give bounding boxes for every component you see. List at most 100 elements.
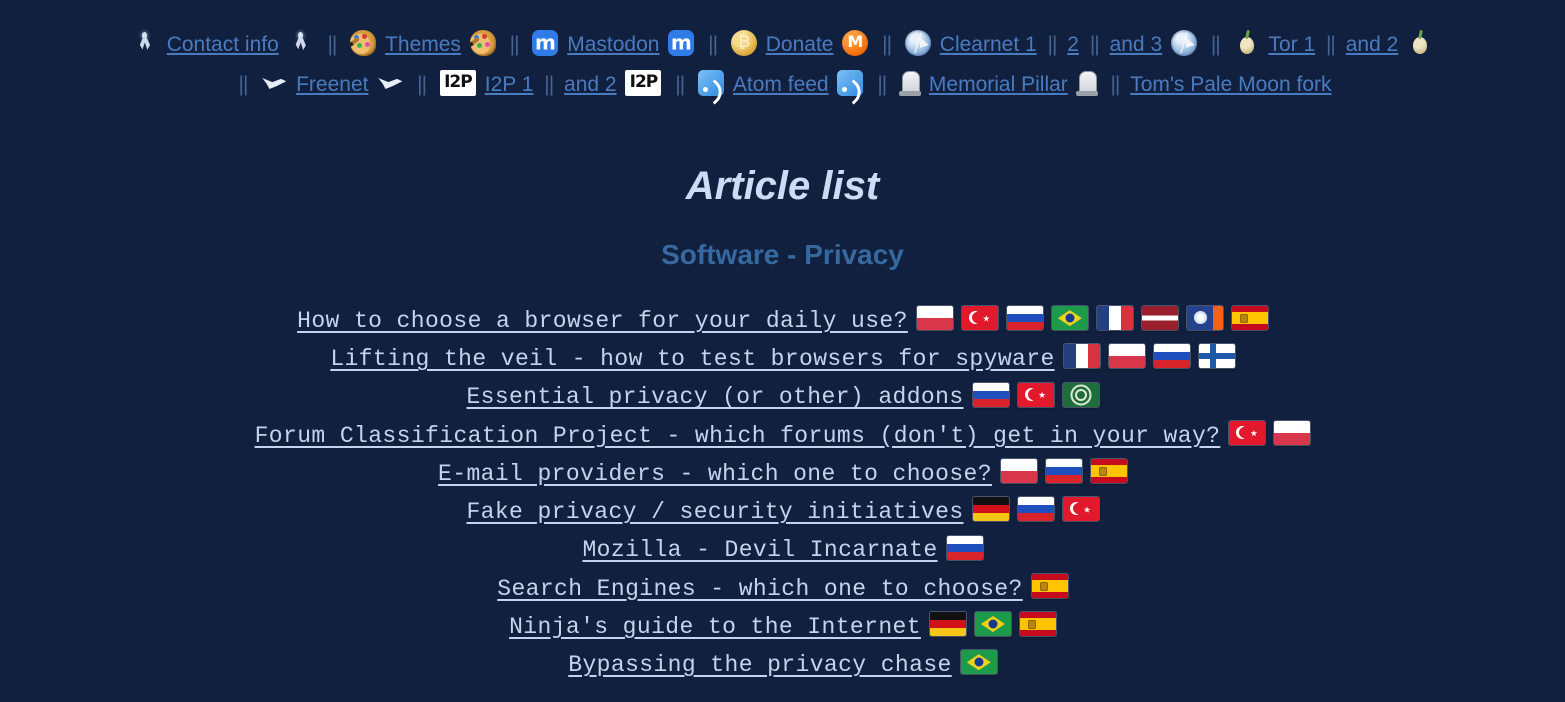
site-navigation: Contact info || Themes || Mastodon || Do… bbox=[0, 0, 1565, 104]
nav-link-2[interactable]: 2 bbox=[1067, 33, 1079, 56]
rss-icon[interactable] bbox=[837, 69, 864, 96]
mastodon-icon[interactable] bbox=[532, 30, 559, 56]
page-title: Article list bbox=[685, 163, 880, 208]
flag-russia[interactable] bbox=[1006, 306, 1043, 331]
nav-link-freenet[interactable]: Freenet bbox=[296, 73, 368, 96]
article-link[interactable]: Bypassing the privacy chase bbox=[568, 652, 951, 678]
flag-russia[interactable] bbox=[1017, 497, 1054, 522]
article-link[interactable]: Essential privacy (or other) addons bbox=[466, 384, 963, 410]
memorial-pillar-icon[interactable] bbox=[1075, 70, 1098, 96]
flag-russia[interactable] bbox=[946, 535, 983, 560]
flag-turkey[interactable] bbox=[1062, 497, 1099, 522]
nav-link-i2p-1[interactable]: I2P 1 bbox=[485, 73, 534, 96]
flag-russia[interactable] bbox=[1153, 344, 1190, 369]
flag-latvia[interactable] bbox=[1141, 306, 1178, 331]
freenet-bird-icon[interactable] bbox=[377, 70, 403, 96]
bitcoin-icon[interactable] bbox=[730, 30, 757, 56]
article-link[interactable]: E-mail providers - which one to choose? bbox=[438, 461, 992, 487]
nav-separator: || bbox=[1047, 32, 1058, 56]
flag-turkey-star bbox=[982, 315, 990, 322]
palette-icon[interactable] bbox=[350, 30, 377, 56]
flag-germany[interactable] bbox=[929, 612, 966, 637]
flag-spain[interactable] bbox=[1090, 459, 1127, 484]
flag-spain[interactable] bbox=[1019, 612, 1056, 637]
nav-link-mastodon[interactable]: Mastodon bbox=[567, 33, 659, 56]
flag-russia[interactable] bbox=[972, 382, 1009, 407]
nav-link-tom-s-pale-moon-fork[interactable]: Tom's Pale Moon fork bbox=[1130, 73, 1331, 96]
mastodon-icon[interactable] bbox=[668, 30, 695, 56]
nav-separator: || bbox=[1325, 32, 1336, 56]
globe-icon[interactable] bbox=[1170, 30, 1197, 56]
article-link[interactable]: Fake privacy / security initiatives bbox=[466, 499, 963, 525]
article-link[interactable]: Lifting the veil - how to test browsers … bbox=[330, 346, 1054, 372]
memorial-pillar-icon[interactable] bbox=[899, 70, 922, 96]
nav-link-contact-info[interactable]: Contact info bbox=[167, 33, 279, 56]
article-row: Essential privacy (or other) addons bbox=[0, 378, 1565, 416]
flag-france[interactable] bbox=[1096, 306, 1133, 331]
flag-poland[interactable] bbox=[1274, 420, 1311, 445]
nav-separator: || bbox=[238, 72, 248, 96]
flag-turkey[interactable] bbox=[1017, 382, 1054, 407]
article-link[interactable]: Forum Classification Project - which for… bbox=[255, 423, 1221, 449]
nav-separator: || bbox=[708, 32, 718, 56]
flag-germany[interactable] bbox=[972, 497, 1009, 522]
flag-brazil[interactable] bbox=[974, 612, 1011, 637]
nav-link-atom-feed[interactable]: Atom feed bbox=[733, 73, 829, 96]
nav-link-memorial-pillar[interactable]: Memorial Pillar bbox=[929, 73, 1068, 96]
nav-separator: || bbox=[509, 32, 520, 56]
radio-tower-icon[interactable] bbox=[132, 30, 158, 56]
nav-separator: || bbox=[1210, 32, 1221, 56]
nav-row-1: Contact info || Themes || Mastodon || Do… bbox=[0, 24, 1565, 64]
nav-separator: || bbox=[675, 72, 685, 96]
palette-icon[interactable] bbox=[469, 30, 496, 56]
flag-poland[interactable] bbox=[1000, 459, 1037, 484]
article-row: How to choose a browser for your daily u… bbox=[0, 302, 1565, 340]
nav-separator: || bbox=[1089, 32, 1100, 56]
nav-link-donate[interactable]: Donate bbox=[766, 33, 834, 56]
flag-finland[interactable] bbox=[1198, 344, 1235, 369]
onion-icon[interactable] bbox=[1234, 30, 1260, 56]
article-list: How to choose a browser for your daily u… bbox=[0, 302, 1565, 684]
article-link[interactable]: Search Engines - which one to choose? bbox=[497, 576, 1022, 602]
article-link[interactable]: How to choose a browser for your daily u… bbox=[297, 308, 908, 334]
nav-link-themes[interactable]: Themes bbox=[385, 33, 461, 56]
globe-icon[interactable] bbox=[904, 30, 931, 56]
nav-link-and-2[interactable]: and 2 bbox=[564, 73, 617, 96]
flag-brazil[interactable] bbox=[1051, 306, 1088, 331]
onion-icon[interactable] bbox=[1407, 30, 1433, 56]
flag-france[interactable] bbox=[1063, 344, 1100, 369]
i2p-icon[interactable] bbox=[625, 69, 662, 96]
flag-poland[interactable] bbox=[916, 306, 953, 331]
flag-spain[interactable] bbox=[1231, 306, 1268, 331]
flag-turkey-star bbox=[1250, 429, 1258, 437]
article-link[interactable]: Ninja's guide to the Internet bbox=[509, 614, 921, 640]
flag-turkey[interactable] bbox=[1229, 420, 1266, 445]
monero-icon[interactable] bbox=[842, 30, 869, 56]
article-row: Bypassing the privacy chase bbox=[0, 646, 1565, 684]
nav-separator: || bbox=[877, 72, 887, 96]
nav-separator: || bbox=[417, 72, 427, 96]
i2p-icon[interactable] bbox=[439, 69, 476, 96]
nav-separator: || bbox=[327, 32, 337, 56]
flag-spain[interactable] bbox=[1031, 573, 1068, 598]
flag-turkey[interactable] bbox=[961, 306, 998, 331]
rss-icon[interactable] bbox=[698, 69, 725, 96]
radio-tower-icon[interactable] bbox=[288, 30, 314, 56]
article-row: Fake privacy / security initiatives bbox=[0, 493, 1565, 531]
flag-turkey-star bbox=[1083, 506, 1091, 513]
nav-link-and-2[interactable]: and 2 bbox=[1346, 33, 1399, 56]
freenet-bird-icon[interactable] bbox=[261, 70, 287, 96]
flag-brazil[interactable] bbox=[960, 650, 997, 675]
flag-myanmar[interactable] bbox=[1186, 306, 1223, 331]
article-row: E-mail providers - which one to choose? bbox=[0, 455, 1565, 493]
nav-link-tor-1[interactable]: Tor 1 bbox=[1268, 33, 1315, 56]
nav-link-clearnet-1[interactable]: Clearnet 1 bbox=[940, 33, 1037, 56]
flag-arab-league[interactable] bbox=[1062, 382, 1099, 407]
nav-link-and-3[interactable]: and 3 bbox=[1110, 33, 1163, 56]
flag-poland[interactable] bbox=[1108, 344, 1145, 369]
article-row: Lifting the veil - how to test browsers … bbox=[0, 340, 1565, 378]
section-title: Software - Privacy bbox=[661, 238, 904, 270]
flag-russia[interactable] bbox=[1045, 459, 1082, 484]
article-row: Forum Classification Project - which for… bbox=[0, 417, 1565, 455]
article-link[interactable]: Mozilla - Devil Incarnate bbox=[582, 537, 937, 563]
